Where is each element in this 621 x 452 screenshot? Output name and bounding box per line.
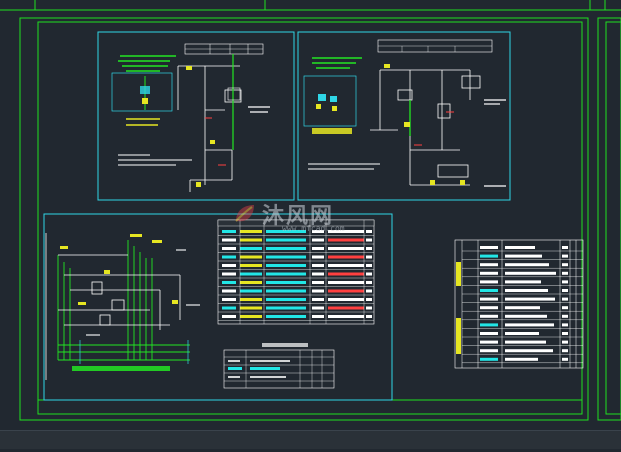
component-table-rows (218, 220, 374, 324)
watermark-url: www.mfcad.com (282, 224, 345, 233)
schematic-panel-2 (297, 31, 511, 201)
next-inner-frame (605, 21, 621, 415)
parts-list-rows (462, 246, 583, 363)
title-block-table (223, 343, 335, 389)
top-sheet-strip (0, 0, 621, 11)
status-strip (0, 430, 621, 449)
cad-drawing-canvas[interactable]: 沐风网 www.mfcad.com (0, 0, 621, 449)
schematic-panel-1 (97, 31, 295, 201)
parts-list-table (454, 239, 584, 369)
next-sheet-frame (597, 17, 621, 421)
leaf-logo-icon (235, 205, 254, 222)
